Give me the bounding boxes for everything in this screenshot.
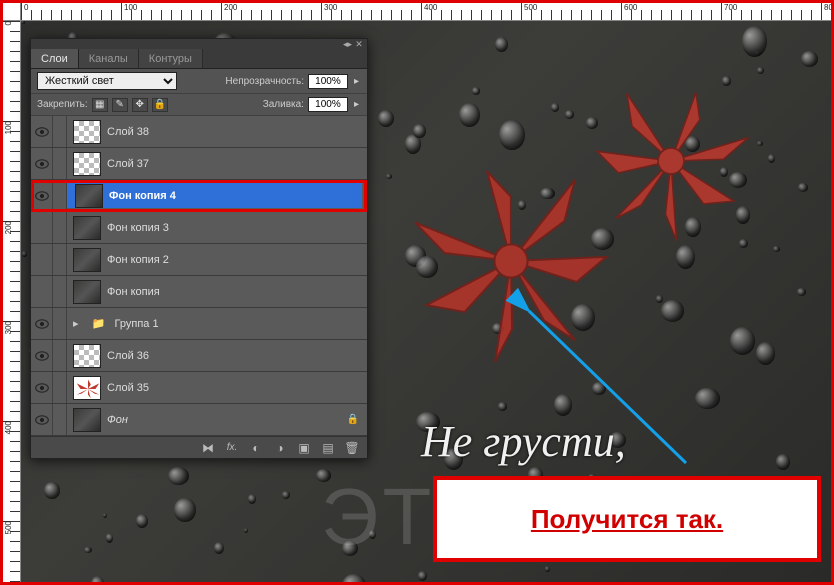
ruler-horizontal: 0100200300400500600700800 xyxy=(21,3,831,21)
annotation-callout: Получится так. xyxy=(433,476,821,562)
fill-input[interactable] xyxy=(308,97,348,112)
layer-name[interactable]: Фон копия 2 xyxy=(107,254,169,266)
layer-row[interactable]: Фон 🔒 xyxy=(31,404,367,436)
tab-paths[interactable]: Контуры xyxy=(139,49,203,68)
panel-footer: ⧓ fx. ◐ ◑ ▣ ▤ 🗑 xyxy=(31,436,367,458)
eye-icon xyxy=(35,319,49,329)
delete-layer-icon[interactable]: 🗑 xyxy=(345,441,359,455)
blend-mode-select[interactable]: Жесткий свет xyxy=(37,72,177,90)
layer-thumbnail[interactable] xyxy=(75,184,103,208)
lock-icon: 🔒 xyxy=(347,414,359,425)
annotation-callout-text: Получится так. xyxy=(531,504,723,535)
tab-layers[interactable]: Слои xyxy=(31,49,79,68)
chevron-right-icon[interactable]: ▸ xyxy=(352,99,361,110)
layer-thumbnail[interactable] xyxy=(73,248,101,272)
link-column xyxy=(53,372,67,403)
opacity-input[interactable] xyxy=(308,74,348,89)
layer-name[interactable]: Слой 37 xyxy=(107,158,149,170)
link-column xyxy=(53,148,67,179)
layer-thumbnail[interactable] xyxy=(73,280,101,304)
panel-collapse-icon[interactable]: ◂▸ xyxy=(343,40,351,48)
layer-row[interactable]: Фон копия xyxy=(31,276,367,308)
layers-panel[interactable]: ◂▸ ✕ Слои Каналы Контуры Жесткий свет Не… xyxy=(30,38,368,459)
expand-triangle-icon[interactable]: ▸ xyxy=(73,317,79,330)
visibility-toggle[interactable] xyxy=(31,116,53,147)
layer-name[interactable]: Слой 35 xyxy=(107,382,149,394)
link-column xyxy=(53,116,67,147)
visibility-toggle[interactable] xyxy=(31,308,53,339)
eye-icon xyxy=(35,351,49,361)
layer-name[interactable]: Фон копия 3 xyxy=(107,222,169,234)
link-column xyxy=(53,340,67,371)
layer-row[interactable]: Слой 38 xyxy=(31,116,367,148)
link-column xyxy=(53,180,67,211)
lock-all-icon[interactable]: 🔒 xyxy=(152,98,168,112)
layer-thumbnail[interactable] xyxy=(73,344,101,368)
eye-icon xyxy=(35,159,49,169)
lock-position-icon[interactable]: ✥ xyxy=(132,98,148,112)
artwork-script-text: Не грусти, xyxy=(421,416,626,467)
link-column xyxy=(53,404,67,435)
link-column xyxy=(53,308,67,339)
layer-row[interactable]: Фон копия 2 xyxy=(31,244,367,276)
visibility-toggle[interactable] xyxy=(31,372,53,403)
add-mask-icon[interactable]: ◐ xyxy=(249,441,263,455)
layer-name[interactable]: Группа 1 xyxy=(115,318,159,330)
eye-icon xyxy=(35,415,49,425)
adjustment-layer-icon[interactable]: ◑ xyxy=(273,441,287,455)
link-column xyxy=(53,244,67,275)
layer-row[interactable]: Слой 37 xyxy=(31,148,367,180)
panel-close-icon[interactable]: ✕ xyxy=(355,40,363,48)
layer-thumbnail[interactable] xyxy=(73,216,101,240)
layer-row[interactable]: Слой 36 xyxy=(31,340,367,372)
layer-row[interactable]: Слой 35 xyxy=(31,372,367,404)
layers-list: Слой 38 Слой 37 Фон копия 4 Фон копия 3 Фон … xyxy=(31,116,367,436)
layer-row[interactable]: ▸ 📁 Группа 1 xyxy=(31,308,367,340)
layer-thumbnail[interactable] xyxy=(73,376,101,400)
layer-name[interactable]: Фон xyxy=(107,414,128,426)
visibility-toggle[interactable] xyxy=(31,404,53,435)
layer-thumbnail[interactable] xyxy=(73,152,101,176)
tab-channels[interactable]: Каналы xyxy=(79,49,139,68)
lock-label: Закрепить: xyxy=(37,99,88,110)
new-group-icon[interactable]: ▣ xyxy=(297,441,311,455)
folder-icon: 📁 xyxy=(89,316,109,332)
layer-row[interactable]: Фон копия 3 xyxy=(31,212,367,244)
eye-icon xyxy=(35,191,49,201)
panel-tabs: Слои Каналы Контуры xyxy=(31,49,367,69)
layer-name[interactable]: Фон копия xyxy=(107,286,160,298)
layer-thumbnail[interactable] xyxy=(73,408,101,432)
layer-name[interactable]: Фон копия 4 xyxy=(109,190,176,202)
link-layers-icon[interactable]: ⧓ xyxy=(201,441,215,455)
eye-icon xyxy=(35,383,49,393)
visibility-toggle[interactable] xyxy=(31,276,53,307)
new-layer-icon[interactable]: ▤ xyxy=(321,441,335,455)
layer-fx-icon[interactable]: fx. xyxy=(225,441,239,455)
visibility-toggle[interactable] xyxy=(31,212,53,243)
visibility-toggle[interactable] xyxy=(31,340,53,371)
fill-label: Заливка: xyxy=(263,99,304,110)
panel-titlebar[interactable]: ◂▸ ✕ xyxy=(31,39,367,49)
eye-icon xyxy=(35,127,49,137)
visibility-toggle[interactable] xyxy=(31,244,53,275)
opacity-label: Непрозрачность: xyxy=(225,76,304,87)
layer-name[interactable]: Слой 38 xyxy=(107,126,149,138)
layer-row[interactable]: Фон копия 4 xyxy=(31,180,367,212)
visibility-toggle[interactable] xyxy=(31,180,53,211)
lock-transparent-icon[interactable]: ▦ xyxy=(92,98,108,112)
ruler-corner xyxy=(3,3,21,21)
ruler-vertical: 0100200300400500 xyxy=(3,21,21,582)
layer-thumbnail[interactable] xyxy=(73,120,101,144)
lock-image-icon[interactable]: ✎ xyxy=(112,98,128,112)
link-column xyxy=(53,212,67,243)
visibility-toggle[interactable] xyxy=(31,148,53,179)
link-column xyxy=(53,276,67,307)
layer-name[interactable]: Слой 36 xyxy=(107,350,149,362)
chevron-right-icon[interactable]: ▸ xyxy=(352,76,361,87)
